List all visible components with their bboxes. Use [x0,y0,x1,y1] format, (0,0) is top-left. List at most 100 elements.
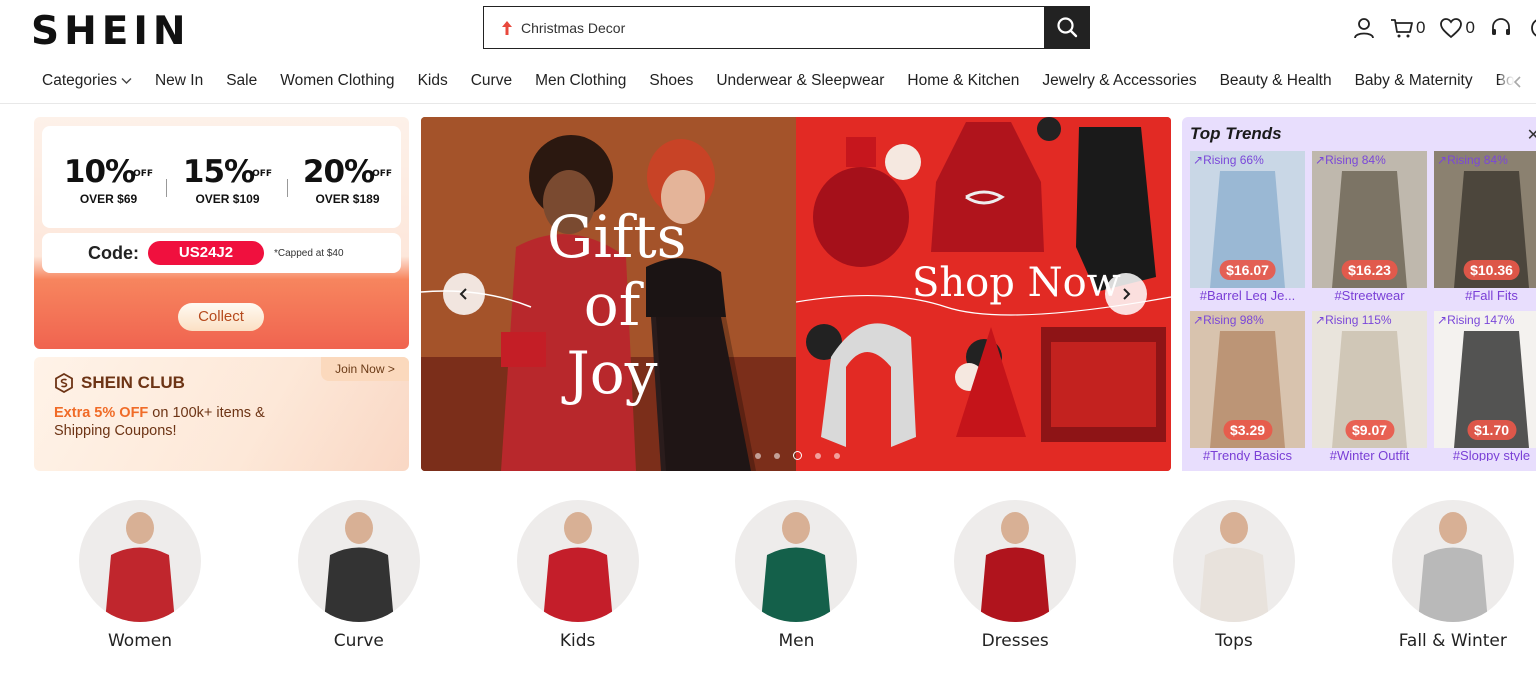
nav-item-label: Beauty & Health [1219,72,1332,89]
trend-price: $16.23 [1341,260,1398,280]
nav-item[interactable]: Underwear & Sleepwear [716,72,884,90]
shein-club-card[interactable]: Join Now > SHEIN CLUB Extra 5% OFF on 10… [34,357,409,471]
nav-item[interactable]: Curve [471,72,512,90]
join-now-button[interactable]: Join Now > [321,357,409,381]
trend-rise-text: Rising 84% [1447,153,1508,167]
nav-item[interactable]: Categories [42,72,132,90]
tier-threshold: OVER $109 [195,192,260,206]
category-label: Kids [559,631,596,651]
category-curve[interactable]: Curve [297,500,420,651]
category-label: Men [778,631,815,651]
club-title-text: SHEIN CLUB [81,373,185,392]
coupon-code[interactable]: US24J2 [148,241,264,265]
slide-dot[interactable] [793,451,802,460]
trend-rise: ↗Rising 84% [1315,153,1386,167]
category-image [1391,500,1514,622]
trend-rise: ↗Rising 98% [1193,313,1264,327]
trend-rise-icon: ↗ [1193,153,1204,167]
search-icon [1057,17,1078,38]
nav-item[interactable]: Men Clothing [535,72,626,90]
nav-item[interactable]: Shoes [649,72,693,90]
trend-tag[interactable]: #Winter Outfit [1312,448,1427,461]
category-dresses[interactable]: Dresses [954,500,1077,651]
headline-line: Gifts [547,203,687,271]
trend-card[interactable]: ↗Rising 115% $9.07 #Winter Outfit [1312,311,1427,461]
nav-item[interactable]: Kids [418,72,448,90]
banner-prev-button[interactable] [443,273,485,315]
nav-item[interactable]: Beauty & Health [1220,72,1332,90]
trend-price: $3.29 [1222,420,1273,440]
nav-item[interactable]: Sale [226,72,257,90]
header-icons: 0 0 [1352,14,1536,42]
slide-dot[interactable] [755,452,761,459]
category-illustration [1417,512,1488,622]
wishlist-button[interactable]: 0 [1439,17,1475,39]
nav-item[interactable]: Baby & Maternity [1355,72,1473,90]
club-description: Extra 5% OFF on 100k+ items & Shipping C… [54,404,294,440]
category-tops[interactable]: Tops [1173,500,1295,651]
trend-tag[interactable]: #Sloppy style [1434,448,1536,461]
category-illustration [1199,512,1269,622]
support-button[interactable] [1489,16,1513,40]
nav-item-label: Baby & Maternity [1354,72,1473,89]
category-illustration [761,512,832,622]
trend-tag[interactable]: #Fall Fits [1434,288,1536,301]
nav-scroll-button[interactable] [1500,62,1536,102]
cart-count: 0 [1416,18,1426,37]
shop-now-link[interactable]: Shop Now [912,260,1121,306]
search-button[interactable] [1044,5,1090,49]
coupon-card: 10%OFF OVER $69 15%OFF OVER $109 20%OFF … [34,117,409,349]
headset-icon [1491,18,1510,35]
globe-icon [1531,19,1536,37]
club-logo-icon [55,373,73,393]
trend-tag[interactable]: #Barrel Leg Je... [1190,288,1305,301]
trend-card[interactable]: ↗Rising 98% $3.29 #Trendy Basics [1190,311,1305,461]
category-image [79,500,201,622]
nav-list: Categories New In Sale Women Clothing Kids Cu… [42,72,1536,90]
category-women[interactable]: Women [79,500,201,651]
search-bar[interactable] [483,5,1090,49]
search-input[interactable] [521,12,1021,43]
trend-card[interactable]: ↗Rising 66% $16.07 #Barrel Leg Je... [1190,151,1305,301]
trend-rise-text: Rising 84% [1325,153,1386,167]
trend-rise: ↗Rising 115% [1315,313,1392,327]
trend-price: $1.70 [1466,420,1517,440]
top-trends-title: Top Trends [1190,124,1282,143]
club-highlight: Extra 5% OFF [54,405,149,421]
shein-logo[interactable]: SHEIN [31,9,191,54]
trend-card[interactable]: ↗Rising 147% $1.70 #Sloppy style [1434,311,1536,461]
nav-item[interactable]: Home & Kitchen [907,72,1019,90]
category-kids[interactable]: Kids [516,500,639,651]
code-label: Code: [88,242,139,263]
category-men[interactable]: Men [735,500,858,651]
tier-threshold: OVER $189 [315,192,380,206]
hero-banner[interactable]: Gifts of Joy Shop Now [421,117,1171,471]
trend-price: $16.07 [1219,260,1276,280]
nav-item[interactable]: New In [155,72,203,90]
banner-next-button[interactable] [1105,273,1147,315]
category-fall-winter[interactable]: Fall & Winter [1391,500,1514,651]
globe-button[interactable] [1527,16,1536,40]
chevron-left-icon [459,288,467,300]
nav-item-label: New In [154,72,204,89]
slide-dot[interactable] [834,452,840,459]
coupon-cap: *Capped at $40 [274,247,344,259]
category-illustration [980,512,1051,622]
divider [166,179,167,197]
trend-tag[interactable]: #Streetwear [1312,288,1427,301]
nav-item[interactable]: Women Clothing [280,72,394,90]
slide-dot[interactable] [815,452,821,459]
nav-item[interactable]: Jewelry & Accessories [1042,72,1196,90]
club-title: SHEIN CLUB [54,373,185,393]
cart-button[interactable]: 0 [1390,16,1425,40]
trend-tag[interactable]: #Trendy Basics [1190,448,1305,461]
slide-dot[interactable] [774,452,780,459]
close-icon[interactable]: ✕ [1527,125,1536,145]
nav-item-label: Shoes [649,72,694,89]
trend-card[interactable]: ↗Rising 84% $10.36 #Fall Fits [1434,151,1536,301]
collect-button[interactable]: Collect [178,303,264,331]
trend-card[interactable]: ↗Rising 84% $16.23 #Streetwear [1312,151,1427,301]
trend-rise-text: Rising 66% [1203,153,1264,167]
nav-item-label: Women Clothing [280,72,395,89]
account-button[interactable] [1352,16,1376,40]
